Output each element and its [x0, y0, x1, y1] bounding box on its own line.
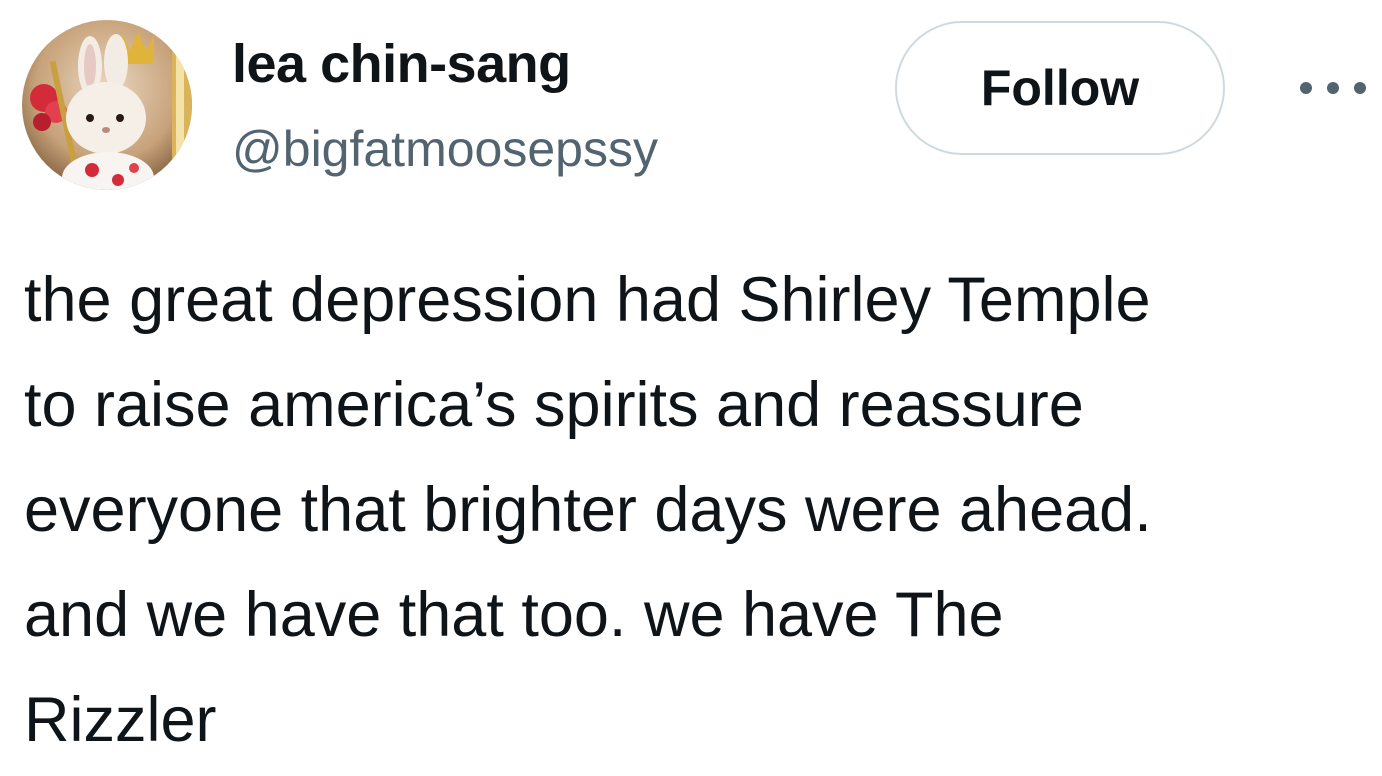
tweet-text-line: to raise america’s spirits and reassure — [24, 370, 1084, 440]
more-horizontal-icon[interactable] — [1300, 70, 1366, 106]
more-dot — [1300, 82, 1312, 94]
tweet-text: the great depression had Shirley Temple … — [24, 248, 1374, 773]
more-dot — [1354, 82, 1366, 94]
more-dot — [1327, 82, 1339, 94]
author-display-name[interactable]: lea chin-sang — [232, 28, 571, 100]
author-handle[interactable]: @bigfatmoosepssy — [232, 116, 658, 182]
tweet-text-line: and we have that too. we have The — [24, 580, 1004, 650]
avatar[interactable] — [22, 20, 192, 190]
follow-button[interactable]: Follow — [895, 21, 1225, 155]
tweet-text-line: Rizzler — [24, 685, 217, 755]
tweet-text-line: everyone that brighter days were ahead. — [24, 475, 1152, 545]
bunny-figurine-avatar-icon — [22, 20, 192, 190]
tweet-text-line: the great depression had Shirley Temple — [24, 265, 1151, 335]
tweet-card: lea chin-sang @bigfatmoosepssy Follow th… — [0, 0, 1382, 776]
